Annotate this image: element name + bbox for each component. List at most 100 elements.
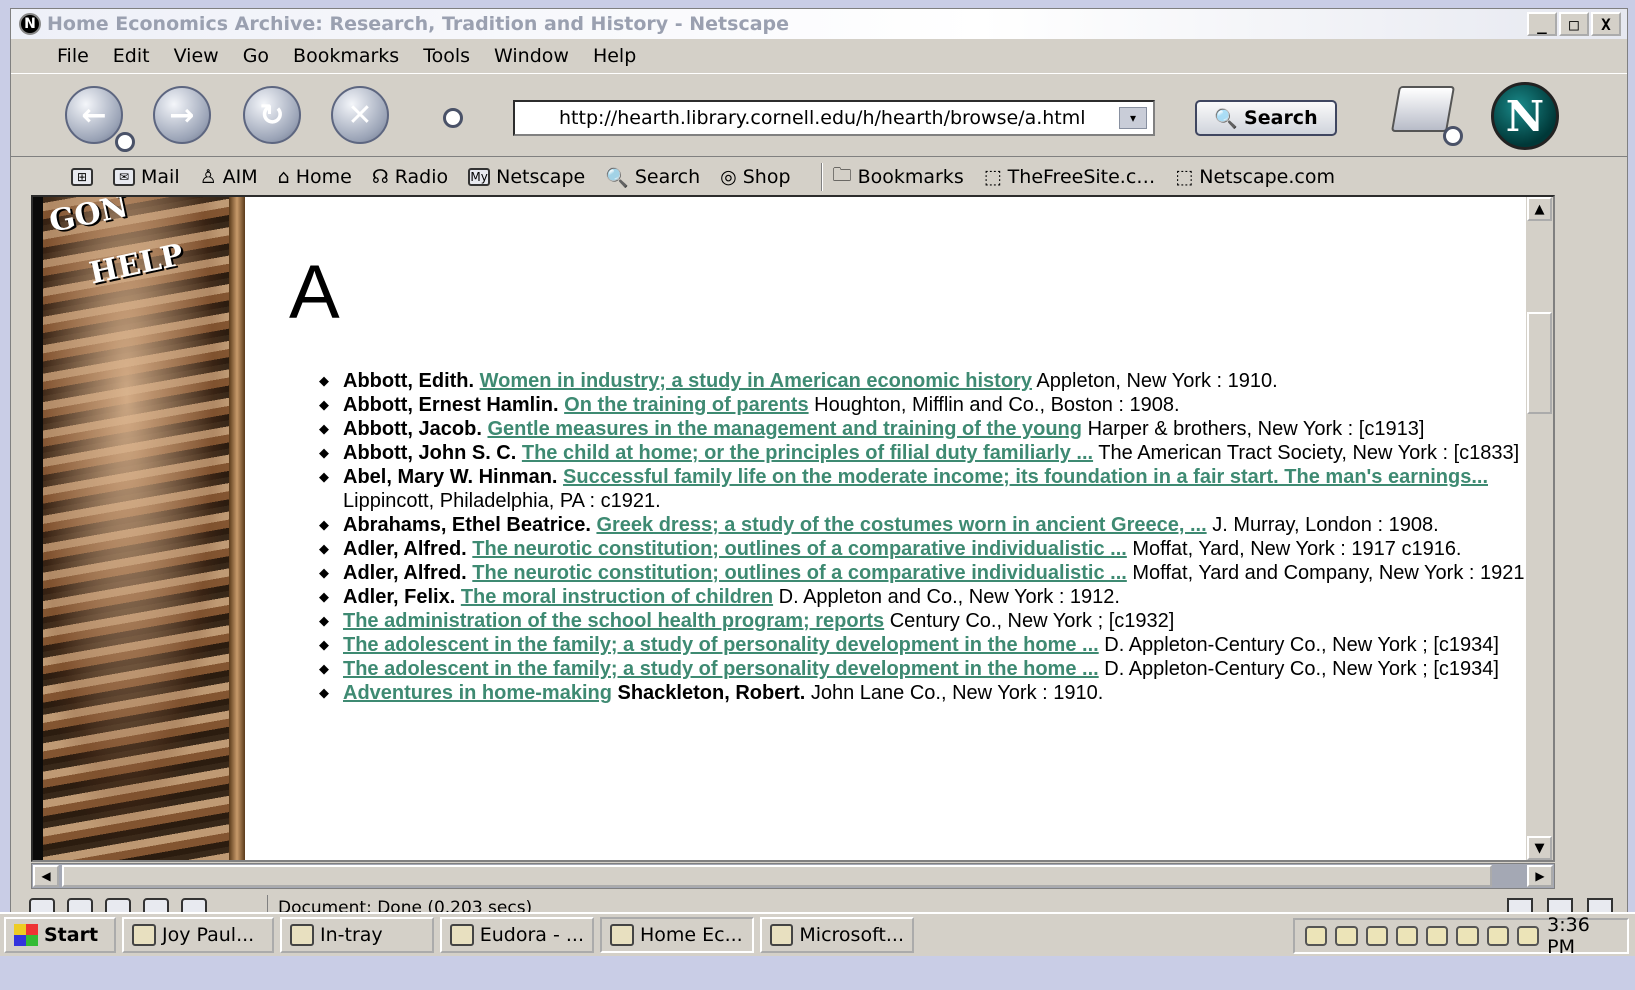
taskbar-item-in-tray[interactable]: In-tray [280,917,434,953]
search-icon: 🔍 [1214,107,1239,130]
menu-go[interactable]: Go [233,43,279,69]
menu-window[interactable]: Window [484,43,579,69]
entry-author: Adler, Alfred. [343,538,467,560]
my-netscape-button[interactable]: My Netscape [468,166,585,188]
entry-publisher: John Lane Co., New York : 1910. [810,682,1104,704]
start-button[interactable]: Start [4,917,116,953]
tray-icon[interactable] [1305,926,1328,946]
entry-publisher: D. Appleton-Century Co., New York ; [c19… [1104,634,1499,656]
back-button[interactable]: ← [65,86,123,144]
home-button[interactable]: ⌂ Home [278,166,352,188]
list-item: Abbott, John S. C. The child at home; or… [319,441,1553,465]
bookmark-thefreesite[interactable]: ⬚ TheFreeSite.c… [984,166,1156,188]
scroll-down-arrow-icon[interactable]: ▼ [1527,836,1552,860]
system-tray: 3:36 PM [1293,914,1629,958]
entry-title-link[interactable]: The adolescent in the family; a study of… [343,658,1099,680]
menu-help[interactable]: Help [583,43,646,69]
entry-title-link[interactable]: The child at home; or the principles of … [522,442,1093,464]
tray-icon[interactable] [1365,926,1388,946]
bookmark-thefreesite-label: TheFreeSite.c… [1007,166,1156,188]
list-item: Adler, Alfred. The neurotic constitution… [319,561,1553,585]
menu-file[interactable]: File [47,43,99,69]
search-toolbar-button[interactable]: 🔍 Search [605,166,700,189]
scroll-left-arrow-icon[interactable]: ◀ [33,865,59,887]
section-letter: A [289,250,340,335]
back-history-dropdown[interactable] [115,132,135,152]
tray-icon[interactable] [1486,926,1509,946]
netscape-logo[interactable]: N [1491,82,1559,150]
search-button[interactable]: 🔍 Search [1195,100,1337,136]
taskbar-item-home-ec[interactable]: Home Ec... [600,917,754,953]
vertical-scrollbar[interactable]: ▲ ▼ [1525,197,1553,860]
title-bar[interactable]: N Home Economics Archive: Research, Trad… [11,9,1627,39]
vertical-scroll-thumb[interactable] [1527,312,1552,414]
mail-label: Mail [141,166,180,188]
oak-leaf-image [43,197,229,860]
app-icon [450,924,474,946]
entry-title-link[interactable]: Women in industry; a study in American e… [480,370,1032,392]
mail-button[interactable]: ✉ Mail [113,166,180,188]
menu-bookmarks[interactable]: Bookmarks [283,43,409,69]
entry-publisher: Moffat, Yard, New York : 1917 c1916. [1132,538,1462,560]
clock[interactable]: 3:36 PM [1547,914,1627,958]
tray-icon[interactable] [1426,926,1449,946]
entry-title-link[interactable]: On the training of parents [564,394,808,416]
entry-title-link[interactable]: Successful family life on the moderate i… [563,466,1488,488]
entry-title-link[interactable]: Greek dress; a study of the costumes wor… [596,514,1206,536]
bookmark-netscape-label: Netscape.com [1199,166,1335,188]
minimize-button[interactable]: _ [1527,12,1557,36]
navigation-toolbar: ← → ↻ ✕ http://hearth.library.cornell.ed… [11,73,1627,157]
menu-edit[interactable]: Edit [103,43,160,69]
shop-button[interactable]: ◎ Shop [720,166,790,188]
stop-button[interactable]: ✕ [331,86,389,144]
tray-icon[interactable] [1395,926,1419,946]
entry-publisher: Century Co., New York ; [c1932] [889,610,1175,632]
horizontal-scroll-thumb[interactable] [62,865,1492,887]
list-item: The administration of the school health … [319,609,1553,633]
entry-publisher: The American Tract Society, New York : [… [1098,442,1520,464]
bibliography-list: Abbott, Edith. Women in industry; a stud… [319,369,1553,705]
volume-icon[interactable] [1335,926,1358,946]
tray-icon[interactable] [1516,926,1540,946]
list-item: Abrahams, Ethel Beatrice. Greek dress; a… [319,513,1553,537]
entry-publisher: D. Appleton-Century Co., New York ; [c19… [1104,658,1499,680]
print-icon[interactable] [1390,86,1456,132]
taskbar-item-joy-paul[interactable]: Joy Paul... [122,917,274,953]
tabs-button[interactable]: ⊞ [71,168,93,186]
radio-button[interactable]: ☊ Radio [372,166,448,188]
aim-tray-icon[interactable] [1456,926,1479,946]
entry-publisher: Harper & brothers, New York : [c1913] [1087,418,1425,440]
taskbar-item-eudora[interactable]: Eudora - ... [440,917,594,953]
entry-author: Abbott, John S. C. [343,442,517,464]
entry-title-link[interactable]: Adventures in home-making [343,682,612,704]
entry-title-link[interactable]: The administration of the school health … [343,610,884,632]
close-button[interactable]: X [1591,12,1621,36]
print-dropdown[interactable] [1443,126,1463,146]
entry-title-link[interactable]: The moral instruction of children [461,586,773,608]
forward-button[interactable]: → [153,86,211,144]
entry-title-link[interactable]: Gentle measures in the management and tr… [487,418,1082,440]
url-dropdown-icon[interactable]: ▾ [1119,107,1147,129]
taskbar-item-microsoft[interactable]: Microsoft... [760,917,914,953]
entry-title-link[interactable]: The neurotic constitution; outlines of a… [472,562,1127,584]
app-icon [132,924,156,946]
horizontal-scrollbar[interactable]: ◀ ▶ [31,863,1555,889]
menu-tools[interactable]: Tools [413,43,480,69]
entry-author: Abbott, Edith. [343,370,475,392]
scroll-up-arrow-icon[interactable]: ▲ [1527,197,1552,221]
entry-title-link[interactable]: The neurotic constitution; outlines of a… [472,538,1127,560]
bookmarks-folder[interactable]: 🗀 Bookmarks [833,161,964,193]
maximize-button[interactable]: □ [1559,12,1589,36]
reload-button[interactable]: ↻ [243,86,301,144]
url-history-dropdown[interactable] [443,108,463,128]
aim-button[interactable]: ♙ AIM [200,166,258,188]
taskbar-item-label: In-tray [320,924,383,946]
bookmark-netscape[interactable]: ⬚ Netscape.com [1175,166,1335,188]
scroll-right-arrow-icon[interactable]: ▶ [1527,865,1553,887]
entry-author: Abbott, Jacob. [343,418,482,440]
entry-author: Abbott, Ernest Hamlin. [343,394,559,416]
url-bar[interactable]: http://hearth.library.cornell.edu/h/hear… [513,100,1155,136]
menu-view[interactable]: View [164,43,229,69]
entry-title-link[interactable]: The adolescent in the family; a study of… [343,634,1099,656]
browse-list-area: A Abbott, Edith. Women in industry; a st… [253,197,1553,860]
